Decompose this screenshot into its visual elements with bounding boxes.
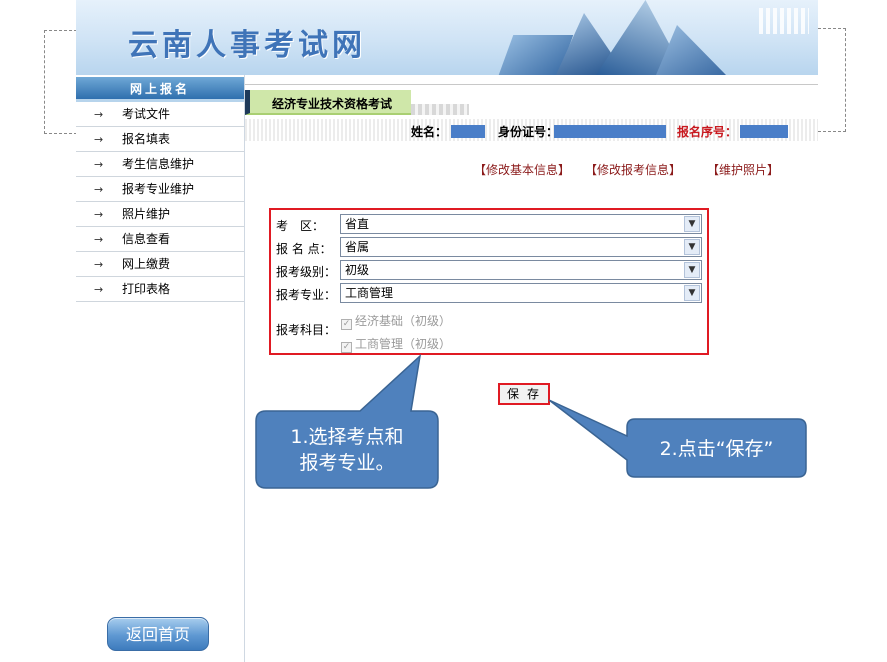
sidebar-item-fill-form[interactable]: → 报名填表 <box>76 127 244 152</box>
banner-building-image <box>656 25 726 75</box>
slide-frame-left <box>44 30 77 134</box>
sidebar-item-exam-documents[interactable]: → 考试文件 <box>76 102 244 127</box>
arrow-right-icon: → <box>94 158 104 171</box>
site-value: 省属 <box>345 240 370 254</box>
callout-1-line2: 报考专业。 <box>299 452 395 474</box>
subject-checkbox-economics[interactable]: ✓ 经济基础（初级） <box>341 312 451 330</box>
sidebar-item-label: 照片维护 <box>122 207 171 221</box>
arrow-right-icon: → <box>94 258 104 271</box>
arrow-right-icon: → <box>94 108 104 121</box>
site-select[interactable]: 省属 ▼ <box>340 237 702 257</box>
callout-1-text: 1.选择考点和 报考专业。 <box>256 424 438 476</box>
sidebar: 网上报名 → 考试文件 → 报名填表 → 考生信息维护 → 报考专业维护 → 照… <box>76 75 245 662</box>
arrow-right-icon: → <box>94 233 104 246</box>
sidebar-item-major-maintenance[interactable]: → 报考专业维护 <box>76 177 244 202</box>
registration-form: 考 区： 省直 ▼ 报 名 点： 省属 ▼ 报考级别： 初级 ▼ 报考专业： 工… <box>269 208 709 355</box>
site-label: 报 名 点： <box>276 242 332 256</box>
sidebar-item-label: 考试文件 <box>122 107 171 121</box>
area-row: 考 区： 省直 ▼ <box>276 214 706 236</box>
sidebar-item-photo[interactable]: → 照片维护 <box>76 202 244 227</box>
site-banner: 云南人事考试网 <box>76 0 818 75</box>
level-row: 报考级别： 初级 ▼ <box>276 260 706 282</box>
sidebar-header: 网上报名 <box>76 77 244 102</box>
area-label: 考 区： <box>276 219 325 233</box>
checkbox-checked-icon: ✓ <box>341 319 352 330</box>
sidebar-item-print[interactable]: → 打印表格 <box>76 277 244 302</box>
chevron-down-icon: ▼ <box>684 285 700 301</box>
exam-tab: 经济专业技术资格考试 <box>245 90 411 115</box>
name-value-redacted <box>451 125 485 138</box>
checkbox-checked-icon: ✓ <box>341 342 352 353</box>
callout-1-line1: 1.选择考点和 <box>290 426 404 448</box>
return-home-button[interactable]: 返回首页 <box>107 617 209 651</box>
sidebar-item-label: 打印表格 <box>122 282 171 296</box>
arrow-right-icon: → <box>94 208 104 221</box>
slide-frame-right <box>818 28 846 132</box>
save-button[interactable]: 保存 <box>498 383 550 405</box>
sidebar-item-label: 网上缴费 <box>122 257 171 271</box>
sidebar-item-label: 信息查看 <box>122 232 171 246</box>
sidebar-item-label: 报考专业维护 <box>122 182 195 196</box>
level-label: 报考级别： <box>276 265 337 279</box>
candidate-info-bar: 姓名： 身份证号： 报名序号： <box>245 119 818 141</box>
edit-exam-info-link[interactable]: 【修改报考信息】 <box>585 161 681 178</box>
subject-label: 工商管理（初级） <box>355 337 452 351</box>
sidebar-item-payment[interactable]: → 网上缴费 <box>76 252 244 277</box>
arrow-right-icon: → <box>94 283 104 296</box>
serial-value-redacted <box>740 125 788 138</box>
subject-label: 经济基础（初级） <box>355 314 452 328</box>
area-value: 省直 <box>345 217 370 231</box>
id-value-redacted <box>554 125 666 138</box>
maintain-photo-link[interactable]: 【维护照片】 <box>707 161 779 178</box>
major-row: 报考专业： 工商管理 ▼ <box>276 283 706 305</box>
site-row: 报 名 点： 省属 ▼ <box>276 237 706 259</box>
banner-decoration <box>759 8 809 34</box>
sidebar-item-label: 考生信息维护 <box>122 157 195 171</box>
level-value: 初级 <box>345 263 370 277</box>
site-title: 云南人事考试网 <box>128 28 366 63</box>
callout-2-text: 2.点击“保存” <box>659 438 774 460</box>
edit-basic-info-link[interactable]: 【修改基本信息】 <box>474 161 570 178</box>
major-label: 报考专业： <box>276 288 337 302</box>
id-label: 身份证号： <box>498 125 559 139</box>
subject-checkbox-business[interactable]: ✓ 工商管理（初级） <box>341 335 451 353</box>
decoration-pixels <box>411 104 469 115</box>
chevron-down-icon: ▼ <box>684 216 700 232</box>
sidebar-item-candidate-info[interactable]: → 考生信息维护 <box>76 152 244 177</box>
arrow-right-icon: → <box>94 183 104 196</box>
major-value: 工商管理 <box>345 286 394 300</box>
page: 云南人事考试网 网上报名 → 考试文件 → 报名填表 → 考生信息维护 → 报考… <box>76 0 818 662</box>
divider <box>245 84 818 85</box>
arrow-right-icon: → <box>94 133 104 146</box>
major-select[interactable]: 工商管理 ▼ <box>340 283 702 303</box>
chevron-down-icon: ▼ <box>684 262 700 278</box>
level-select[interactable]: 初级 ▼ <box>340 260 702 280</box>
name-label: 姓名： <box>411 125 448 139</box>
subjects-label: 报考科目： <box>276 323 337 337</box>
chevron-down-icon: ▼ <box>684 239 700 255</box>
sidebar-item-view-info[interactable]: → 信息查看 <box>76 227 244 252</box>
exam-tab-label: 经济专业技术资格考试 <box>272 97 393 111</box>
sidebar-item-label: 报名填表 <box>122 132 171 146</box>
serial-label: 报名序号： <box>677 125 738 139</box>
area-select[interactable]: 省直 ▼ <box>340 214 702 234</box>
main-content: 经济专业技术资格考试 姓名： 身份证号： 报名序号： 【修改基本信息】 【修改报… <box>245 75 818 662</box>
